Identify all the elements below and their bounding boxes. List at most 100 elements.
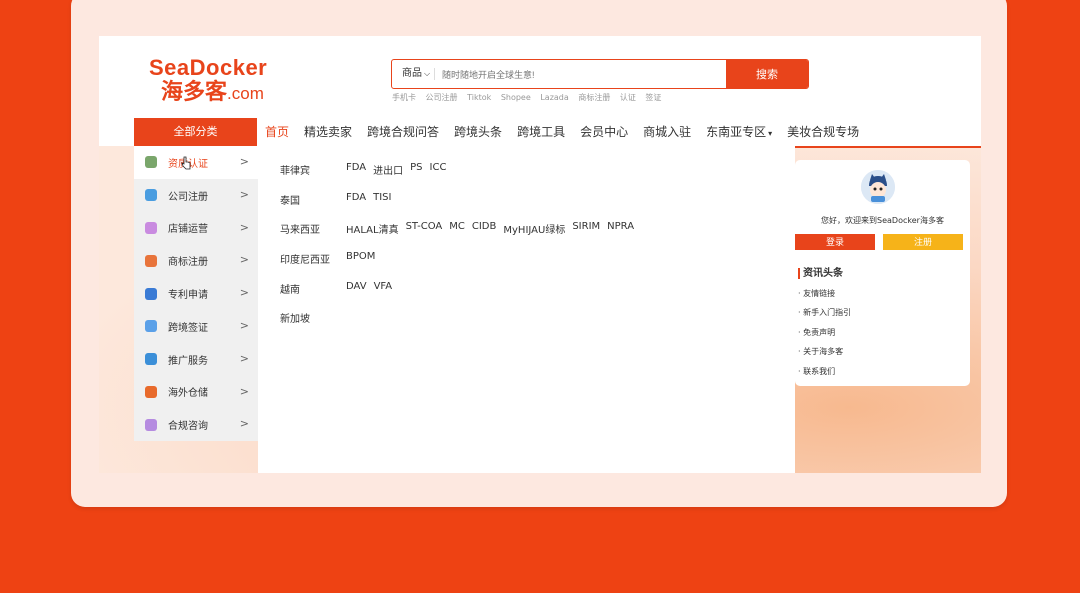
nav-item-sellers[interactable]: 精选卖家 xyxy=(304,118,352,146)
sidebar-item-certification[interactable]: 资质认证> xyxy=(134,146,258,179)
panel-link[interactable]: FDA xyxy=(346,192,366,207)
search-divider xyxy=(434,68,435,80)
nav-item-headlines[interactable]: 跨境头条 xyxy=(454,118,502,146)
logo-text-en: SeaDocker xyxy=(149,55,268,80)
panel-country[interactable]: 印度尼西亚 xyxy=(280,251,346,266)
nav-item-member-center[interactable]: 会员中心 xyxy=(580,118,628,146)
news-link[interactable]: · 友情链接 xyxy=(798,288,835,299)
hot-keyword[interactable]: 手机卡 xyxy=(392,93,416,102)
panel-country[interactable]: 菲律宾 xyxy=(280,162,346,177)
search-type-label: 商品 xyxy=(402,68,422,79)
sidebar-item-trademark[interactable]: 商标注册 > xyxy=(134,244,258,277)
panel-row: 马来西亚 HALAL清真 ST-COA MC CIDB MyHIJAU绿标 SI… xyxy=(280,221,641,236)
panel-row: 菲律宾 FDA 进出口 PS ICC xyxy=(280,162,453,177)
chevron-right-icon: > xyxy=(239,187,249,201)
chevron-right-icon: > xyxy=(239,220,249,234)
hand-cursor-icon xyxy=(181,156,191,170)
panel-country[interactable]: 马来西亚 xyxy=(280,221,346,236)
chevron-down-icon: ⌵ xyxy=(424,69,431,78)
panel-row: 新加坡 xyxy=(280,310,346,325)
nav-item-compliance-qa[interactable]: 跨境合规问答 xyxy=(367,118,439,146)
sidebar-item-promotion[interactable]: 推广服务 > xyxy=(134,343,258,376)
screen: SeaDocker 海多客.com 商品⌵ 搜索 手机卡 公司注册 Tiktok… xyxy=(99,36,981,473)
news-title: 资讯头条 xyxy=(798,268,843,279)
panel-link[interactable]: MyHIJAU绿标 xyxy=(503,221,565,236)
hot-keyword[interactable]: Tiktok xyxy=(467,93,491,102)
hot-keyword[interactable]: Lazada xyxy=(540,93,568,102)
nav-item-tools[interactable]: 跨境工具 xyxy=(517,118,565,146)
news-link[interactable]: · 新手入门指引 xyxy=(798,307,851,318)
panel-country[interactable]: 泰国 xyxy=(280,192,346,207)
panel-link[interactable]: PS xyxy=(410,162,422,177)
hot-keyword[interactable]: 公司注册 xyxy=(426,93,458,102)
chevron-right-icon: > xyxy=(239,318,249,332)
user-card: 您好，欢迎来到SeaDocker海多客 登录 注册 资讯头条 · 友情链接 · … xyxy=(795,160,970,386)
panel-link[interactable]: FDA xyxy=(346,162,366,177)
chevron-right-icon: > xyxy=(239,384,249,398)
sidebar-item-label: 跨境签证 xyxy=(168,322,208,334)
nav-item-sea-zone-label: 东南亚专区 xyxy=(706,125,767,139)
sidebar-item-label: 合规咨询 xyxy=(168,421,208,433)
category-sidebar: 资质认证> 公司注册 > 店铺运营 > 商标注册 > 专利申请 > 跨境签证 > 推广服务… xyxy=(134,146,258,441)
avatar-icon xyxy=(861,170,895,204)
panel-row: 越南 DAV VFA xyxy=(280,281,399,296)
welcome-text: 您好，欢迎来到SeaDocker海多客 xyxy=(821,216,944,225)
sidebar-item-label: 推广服务 xyxy=(168,355,208,367)
panel-link[interactable]: NPRA xyxy=(607,221,634,236)
panel-link[interactable]: SIRIM xyxy=(572,221,600,236)
sidebar-item-visa[interactable]: 跨境签证 > xyxy=(134,310,258,343)
certificate-icon xyxy=(145,156,157,169)
panel-link[interactable]: 进出口 xyxy=(373,162,403,177)
panel-row: 泰国 FDA TISI xyxy=(280,192,398,207)
chevron-right-icon: > xyxy=(239,351,249,365)
panel-country[interactable]: 越南 xyxy=(280,281,346,296)
nav-item-store-join[interactable]: 商城入驻 xyxy=(643,118,691,146)
nav-item-beauty[interactable]: 美妆合规专场 xyxy=(787,118,859,146)
hot-keywords: 手机卡 公司注册 Tiktok Shopee Lazada 商标注册 认证 签证 xyxy=(392,92,668,103)
panel-link[interactable]: BPOM xyxy=(346,251,375,266)
all-categories-button[interactable]: 全部分类 xyxy=(134,118,257,146)
search-button[interactable]: 搜索 xyxy=(726,60,808,88)
shop-icon xyxy=(145,221,157,234)
logo-domain: .com xyxy=(227,84,264,103)
register-button[interactable]: 注册 xyxy=(883,234,963,250)
panel-link[interactable]: MC xyxy=(449,221,465,236)
search-type-select[interactable]: 商品 ⌵ xyxy=(392,60,444,88)
sidebar-item-patent[interactable]: 专利申请 > xyxy=(134,277,258,310)
sidebar-item-label: 商标注册 xyxy=(168,257,208,269)
login-button[interactable]: 登录 xyxy=(795,234,875,250)
chevron-right-icon: > xyxy=(239,286,249,300)
search-input[interactable] xyxy=(440,60,724,88)
document-icon xyxy=(145,287,157,300)
sidebar-item-label: 店铺运营 xyxy=(168,224,208,236)
sidebar-item-consulting[interactable]: 合规咨询 > xyxy=(134,408,258,441)
panel-link[interactable]: CIDB xyxy=(472,221,497,236)
hot-keyword[interactable]: Shopee xyxy=(501,93,531,102)
hot-keyword[interactable]: 商标注册 xyxy=(578,93,610,102)
panel-link[interactable]: TISI xyxy=(373,192,391,207)
sidebar-item-shop[interactable]: 店铺运营 > xyxy=(134,212,258,245)
hot-keyword[interactable]: 签证 xyxy=(645,93,661,102)
passport-icon xyxy=(145,320,157,333)
panel-link[interactable]: ICC xyxy=(430,162,447,177)
panel-link[interactable]: VFA xyxy=(374,281,393,296)
logo[interactable]: SeaDocker 海多客.com xyxy=(149,56,267,106)
sidebar-item-label: 专利申请 xyxy=(168,290,208,302)
news-link[interactable]: · 关于海多客 xyxy=(798,346,843,357)
news-link[interactable]: · 联系我们 xyxy=(798,366,835,377)
building-icon xyxy=(145,189,157,202)
nav-item-sea-zone[interactable]: 东南亚专区 ▾ xyxy=(706,118,772,146)
news-link[interactable]: · 免责声明 xyxy=(798,327,835,338)
sidebar-item-label: 海外仓储 xyxy=(168,388,208,400)
sidebar-item-company[interactable]: 公司注册 > xyxy=(134,179,258,212)
award-icon xyxy=(145,254,157,267)
hot-keyword[interactable]: 认证 xyxy=(620,93,636,102)
sidebar-item-warehouse[interactable]: 海外仓储 > xyxy=(134,376,258,409)
nav-item-home[interactable]: 首页 xyxy=(265,118,289,146)
panel-link[interactable]: ST-COA xyxy=(406,221,443,236)
sidebar-item-label: 公司注册 xyxy=(168,191,208,203)
panel-link[interactable]: DAV xyxy=(346,281,367,296)
panel-country[interactable]: 新加坡 xyxy=(280,310,346,325)
panel-link[interactable]: HALAL清真 xyxy=(346,221,399,236)
warehouse-icon xyxy=(145,385,157,398)
